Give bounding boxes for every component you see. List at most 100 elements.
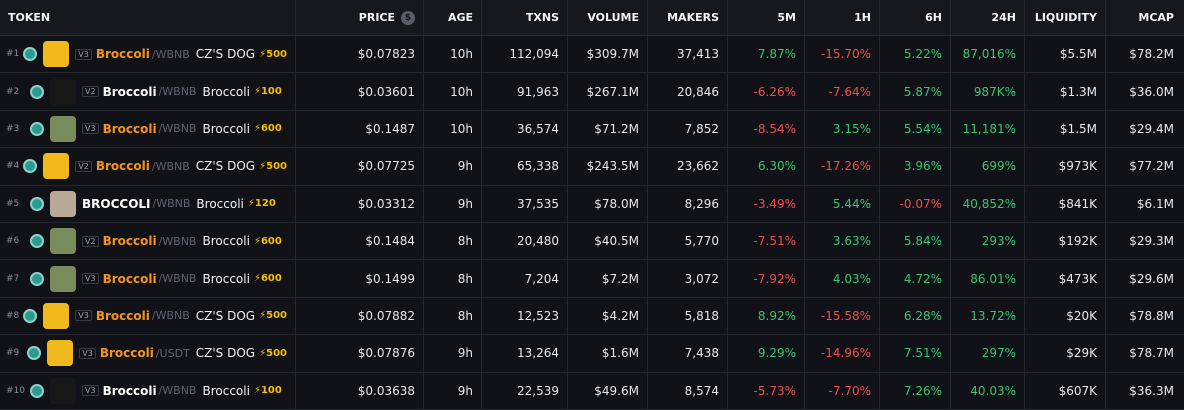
change-6h: 3.96% bbox=[880, 148, 951, 185]
table-row[interactable]: #5 BROCCOLI /WBNB Broccoli ⚡120 $0.03312… bbox=[0, 185, 1184, 223]
table-row[interactable]: #10 V3 Broccoli /WBNB Broccoli ⚡100 $0.0… bbox=[0, 372, 1184, 410]
change-5m: 7.87% bbox=[728, 36, 805, 73]
price: $0.1487 bbox=[296, 110, 424, 148]
makers: 23,662 bbox=[648, 148, 728, 185]
boost-badge[interactable]: ⚡500 bbox=[259, 49, 287, 60]
bnb-chain-icon bbox=[23, 308, 38, 323]
table-row[interactable]: #2 V2 Broccoli /WBNB Broccoli ⚡100 $0.03… bbox=[0, 73, 1184, 111]
base-symbol: Broccoli bbox=[95, 308, 150, 323]
boost-badge[interactable]: ⚡100 bbox=[254, 385, 282, 396]
change-5m: -7.51% bbox=[728, 222, 805, 260]
dex-version-badge: V3 bbox=[82, 123, 99, 135]
base-symbol: Broccoli bbox=[102, 271, 157, 286]
bnb-chain-icon bbox=[30, 271, 44, 286]
change-24h: 699% bbox=[951, 148, 1025, 185]
change-5m: 9.29% bbox=[728, 335, 805, 372]
header-5m[interactable]: 5M bbox=[728, 0, 805, 35]
table-row[interactable]: #7 V3 Broccoli /WBNB Broccoli ⚡600 $0.14… bbox=[0, 260, 1184, 298]
change-1h: 4.03% bbox=[805, 260, 880, 297]
boost-badge[interactable]: ⚡500 bbox=[259, 348, 287, 359]
boost-badge[interactable]: ⚡500 bbox=[259, 161, 287, 172]
liquidity: $473K bbox=[1025, 260, 1106, 297]
bnb-chain-icon bbox=[30, 84, 44, 99]
boost-badge[interactable]: ⚡500 bbox=[259, 310, 287, 321]
token-name: CZ'S DOG bbox=[195, 47, 256, 62]
boost-badge[interactable]: ⚡120 bbox=[248, 198, 276, 209]
table-row[interactable]: #9 V3 Broccoli /USDT CZ'S DOG ⚡500 $0.07… bbox=[0, 335, 1184, 373]
makers: 7,852 bbox=[648, 110, 728, 148]
txns: 13,264 bbox=[482, 335, 568, 372]
age: 8h bbox=[424, 297, 482, 335]
makers: 8,296 bbox=[648, 185, 728, 222]
price: $0.03312 bbox=[296, 185, 424, 222]
quote-symbol: /WBNB bbox=[158, 272, 197, 286]
rank: #10 bbox=[6, 385, 25, 396]
makers: 37,413 bbox=[648, 36, 728, 73]
change-1h: 3.63% bbox=[805, 222, 880, 260]
header-txns[interactable]: TXNS bbox=[482, 0, 568, 35]
header-makers[interactable]: MAKERS bbox=[648, 0, 728, 35]
liquidity: $841K bbox=[1025, 185, 1106, 222]
table-row[interactable]: #3 V3 Broccoli /WBNB Broccoli ⚡600 $0.14… bbox=[0, 110, 1184, 149]
txns: 37,535 bbox=[482, 185, 568, 222]
age: 9h bbox=[424, 372, 482, 409]
age: 9h bbox=[424, 185, 482, 222]
header-age[interactable]: AGE bbox=[424, 0, 482, 35]
price: $0.1484 bbox=[296, 222, 424, 260]
header-1h[interactable]: 1H bbox=[805, 0, 880, 35]
boost-badge[interactable]: ⚡100 bbox=[254, 86, 282, 97]
change-24h: 13.72% bbox=[951, 297, 1025, 335]
table-row[interactable]: #8 V3 Broccoli /WBNB CZ'S DOG ⚡500 $0.07… bbox=[0, 297, 1184, 336]
change-6h: -0.07% bbox=[880, 185, 951, 222]
header-liquidity[interactable]: LIQUIDITY bbox=[1025, 0, 1106, 35]
header-volume[interactable]: VOLUME bbox=[568, 0, 648, 35]
token-name: Broccoli bbox=[202, 84, 250, 99]
volume: $7.2M bbox=[568, 260, 648, 297]
boost-badge[interactable]: ⚡600 bbox=[254, 123, 282, 134]
token-cell: #10 V3 Broccoli /WBNB Broccoli ⚡100 bbox=[0, 372, 296, 409]
liquidity: $607K bbox=[1025, 372, 1106, 409]
dollar-coin-icon[interactable]: $ bbox=[401, 10, 415, 25]
change-1h: -7.70% bbox=[805, 372, 880, 409]
market-cap: $78.2M bbox=[1129, 47, 1174, 62]
price: $0.07725 bbox=[296, 148, 424, 185]
header-24h[interactable]: 24H bbox=[951, 0, 1025, 35]
makers: 7,438 bbox=[648, 335, 728, 372]
dex-version-badge: V3 bbox=[75, 48, 92, 60]
table-row[interactable]: #6 V2 Broccoli /WBNB Broccoli ⚡600 $0.14… bbox=[0, 222, 1184, 261]
token-name: Broccoli bbox=[202, 121, 250, 136]
dex-version-badge: V3 bbox=[75, 310, 92, 322]
header-mcap[interactable]: MCAP bbox=[1106, 0, 1184, 35]
base-symbol: BROCCOLI bbox=[82, 196, 151, 211]
boost-badge[interactable]: ⚡600 bbox=[254, 236, 282, 247]
rank: #7 bbox=[6, 273, 20, 284]
quote-symbol: /WBNB bbox=[152, 197, 191, 211]
quote-symbol: /WBNB bbox=[158, 122, 197, 136]
boost-badge[interactable]: ⚡600 bbox=[254, 273, 282, 284]
header-6h[interactable]: 6H bbox=[880, 0, 951, 35]
change-5m: 8.92% bbox=[728, 297, 805, 335]
price: $0.07823 bbox=[296, 36, 424, 73]
change-1h: -14.96% bbox=[805, 335, 880, 372]
base-symbol: Broccoli bbox=[102, 84, 157, 99]
change-5m: -6.26% bbox=[728, 73, 805, 110]
age: 10h bbox=[424, 36, 482, 73]
header-token[interactable]: TOKEN bbox=[0, 0, 296, 35]
liquidity: $192K bbox=[1025, 222, 1106, 260]
header-price-label: PRICE bbox=[358, 11, 395, 24]
dex-version-badge: V3 bbox=[79, 347, 96, 359]
table-header: TOKEN PRICE $ AGE TXNS VOLUME MAKERS 5M … bbox=[0, 0, 1184, 36]
change-6h: 5.22% bbox=[880, 36, 951, 73]
header-price[interactable]: PRICE $ bbox=[296, 0, 424, 35]
rank: #3 bbox=[6, 123, 20, 134]
base-symbol: Broccoli bbox=[102, 234, 157, 249]
price: $0.07882 bbox=[296, 297, 424, 335]
token-cell: #7 V3 Broccoli /WBNB Broccoli ⚡600 bbox=[0, 260, 296, 297]
txns: 91,963 bbox=[482, 73, 568, 110]
token-avatar bbox=[50, 78, 76, 105]
change-6h: 7.51% bbox=[880, 335, 951, 372]
table-row[interactable]: #1 V3 Broccoli /WBNB CZ'S DOG ⚡500 $0.07… bbox=[0, 36, 1184, 74]
token-avatar bbox=[43, 41, 70, 68]
table-row[interactable]: #4 V2 Broccoli /WBNB CZ'S DOG ⚡500 $0.07… bbox=[0, 148, 1184, 186]
change-5m: 6.30% bbox=[728, 148, 805, 185]
